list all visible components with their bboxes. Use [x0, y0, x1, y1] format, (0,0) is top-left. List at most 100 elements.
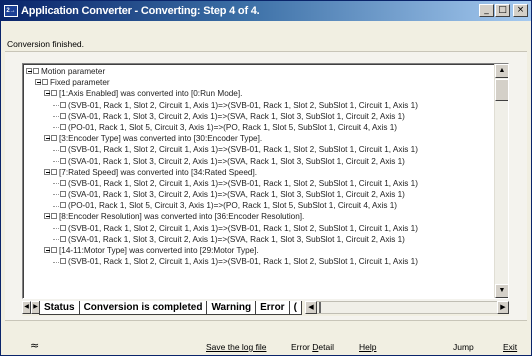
tree-line-connector — [53, 194, 59, 196]
item-checkbox[interactable] — [60, 224, 66, 231]
item-checkbox[interactable] — [42, 79, 48, 86]
vertical-scrollbar[interactable]: ▲ ▼ — [494, 64, 508, 298]
window-controls: _ □ × — [479, 4, 528, 17]
scroll-thumb[interactable] — [495, 79, 508, 101]
conversion-tree[interactable]: Motion parameter Fixed parameter [1:Axis E… — [22, 63, 509, 299]
tree-line-connector — [53, 149, 59, 151]
tree-item-label: [1:Axis Enabled] was converted into [0:R… — [59, 89, 243, 99]
item-checkbox[interactable] — [51, 168, 57, 175]
item-checkbox[interactable] — [60, 191, 66, 198]
tree-item[interactable]: [14-11:Motor Type] was converted into [2… — [26, 245, 493, 256]
title-bar[interactable]: 2→ Application Converter - Converting: S… — [1, 1, 531, 21]
tree-item[interactable]: (PO-01, Rack 1, Slot 5, Circuit 3, Axis … — [26, 200, 493, 211]
collapse-icon[interactable]: ≈ — [30, 339, 39, 352]
tree-item-label: (SVB-01, Rack 1, Slot 2, Circuit 1, Axis… — [68, 100, 418, 110]
collapse-toggle-icon[interactable] — [35, 79, 41, 86]
tree-item[interactable]: (SVA-01, Rack 1, Slot 3, Circuit 2, Axis… — [26, 234, 493, 245]
tree-item[interactable]: [3:Encoder Type] was converted into [30:… — [26, 133, 493, 144]
tree-item[interactable]: (SVA-01, Rack 1, Slot 3, Circuit 2, Axis… — [26, 111, 493, 122]
collapse-toggle-icon[interactable] — [44, 247, 50, 253]
tab-prev-icon[interactable]: ◀ — [22, 301, 31, 314]
window-title: Application Converter - Converting: Step… — [21, 5, 260, 17]
tab-conversion-completed[interactable]: Conversion is completed — [78, 301, 208, 315]
exit-label: Exit — [503, 342, 518, 352]
scroll-right-icon[interactable]: ▶ — [497, 301, 509, 314]
tree-item-label: (SVB-01, Rack 1, Slot 2, Circuit 1, Axis… — [68, 178, 418, 188]
error-detail-button[interactable]: Error Detail — [291, 342, 334, 352]
tree-item[interactable]: Motion parameter — [26, 66, 493, 77]
collapse-toggle-icon[interactable] — [44, 90, 50, 97]
tree-line-connector — [53, 227, 59, 229]
item-checkbox[interactable] — [60, 258, 66, 265]
tree-item-label: [3:Encoder Type] was converted into [30:… — [59, 134, 263, 144]
collapse-toggle-icon[interactable] — [44, 135, 50, 142]
tree-item[interactable]: [8:Encoder Resolution] was converted int… — [26, 211, 493, 222]
tree-line-connector — [53, 261, 59, 263]
tab-status[interactable]: Status — [39, 301, 80, 315]
save-log-button[interactable]: Save the log file — [206, 342, 266, 352]
tree-item[interactable]: [7:Rated Speed] was converted into [34:R… — [26, 167, 493, 178]
item-checkbox[interactable] — [51, 135, 57, 142]
tree-item[interactable]: (SVB-01, Rack 1, Slot 2, Circuit 1, Axis… — [26, 256, 493, 267]
tab-more[interactable]: ( — [288, 301, 302, 315]
tree-line-connector — [53, 116, 59, 118]
tree-item-label: (SVB-01, Rack 1, Slot 2, Circuit 1, Axis… — [68, 145, 418, 155]
tree-item[interactable]: (SVA-01, Rack 1, Slot 3, Circuit 2, Axis… — [26, 189, 493, 200]
exit-button[interactable]: Exit — [503, 342, 517, 352]
error-detail-label-prefix: Error — [291, 342, 313, 352]
item-checkbox[interactable] — [60, 235, 66, 242]
tree-item[interactable]: (SVA-01, Rack 1, Slot 3, Circuit 2, Axis… — [26, 156, 493, 167]
tree-line-connector — [53, 239, 59, 241]
tree-line-connector — [53, 160, 59, 162]
tree-item-label: [14-11:Motor Type] was converted into [2… — [59, 246, 259, 255]
scroll-down-icon[interactable]: ▼ — [495, 284, 508, 298]
tree-item[interactable]: (SVB-01, Rack 1, Slot 2, Circuit 1, Axis… — [26, 178, 493, 189]
scroll-up-icon[interactable]: ▲ — [495, 64, 508, 78]
item-checkbox[interactable] — [60, 146, 66, 153]
help-button[interactable]: Help — [359, 342, 376, 352]
item-checkbox[interactable] — [60, 123, 66, 130]
close-button[interactable]: × — [513, 4, 528, 17]
item-checkbox[interactable] — [51, 90, 57, 97]
tree-content: Motion parameter Fixed parameter [1:Axis E… — [26, 66, 493, 298]
collapse-toggle-icon[interactable] — [26, 68, 32, 74]
item-checkbox[interactable] — [60, 157, 66, 164]
save-log-label: Save the log file — [206, 342, 267, 352]
tree-item-label: [8:Encoder Resolution] was converted int… — [59, 212, 305, 222]
application-window: 2→ Application Converter - Converting: S… — [0, 0, 532, 356]
tab-error[interactable]: Error — [255, 301, 290, 315]
tab-warning[interactable]: Warning — [206, 301, 257, 315]
item-checkbox[interactable] — [60, 202, 66, 209]
item-checkbox[interactable] — [60, 101, 66, 108]
tree-item[interactable]: (SVB-01, Rack 1, Slot 2, Circuit 1, Axis… — [26, 100, 493, 111]
tree-item[interactable]: (PO-01, Rack 1, Slot 5, Circuit 3, Axis … — [26, 122, 493, 133]
horizontal-scrollbar[interactable]: ◀ ▶ — [304, 301, 509, 314]
tree-item[interactable]: (SVB-01, Rack 1, Slot 2, Circuit 1, Axis… — [26, 223, 493, 234]
app-converter-icon: 2→ — [4, 5, 18, 17]
scroll-left-icon[interactable]: ◀ — [304, 301, 317, 314]
tree-line-connector — [53, 205, 59, 207]
collapse-toggle-icon[interactable] — [44, 213, 50, 220]
tree-item[interactable]: (SVB-01, Rack 1, Slot 2, Circuit 1, Axis… — [26, 144, 493, 155]
tree-item-label: (SVA-01, Rack 1, Slot 3, Circuit 2, Axis… — [68, 111, 405, 121]
maximize-button[interactable]: □ — [495, 4, 510, 17]
item-checkbox[interactable] — [33, 68, 39, 74]
tree-item-label: Motion parameter — [41, 67, 106, 76]
item-checkbox[interactable] — [60, 112, 66, 119]
log-panel: Motion parameter Fixed parameter [1:Axis E… — [5, 51, 527, 321]
error-detail-label-suffix: etail — [318, 342, 334, 352]
tree-item[interactable]: [1:Axis Enabled] was converted into [0:R… — [26, 88, 493, 99]
tree-item-label: [7:Rated Speed] was converted into [34:R… — [59, 167, 257, 177]
minimize-button[interactable]: _ — [479, 4, 494, 17]
tree-item[interactable]: Fixed parameter — [26, 77, 493, 88]
jump-label: Jump — [453, 342, 474, 352]
item-checkbox[interactable] — [51, 213, 57, 220]
tree-item-label: (SVA-01, Rack 1, Slot 3, Circuit 2, Axis… — [68, 234, 405, 244]
collapse-toggle-icon[interactable] — [44, 168, 50, 175]
tree-line-connector — [53, 183, 59, 185]
item-checkbox[interactable] — [60, 179, 66, 186]
horizontal-scroll-thumb[interactable] — [318, 302, 321, 313]
item-checkbox[interactable] — [51, 247, 57, 253]
jump-button[interactable]: Jump — [453, 342, 474, 352]
help-label: Help — [359, 342, 377, 352]
